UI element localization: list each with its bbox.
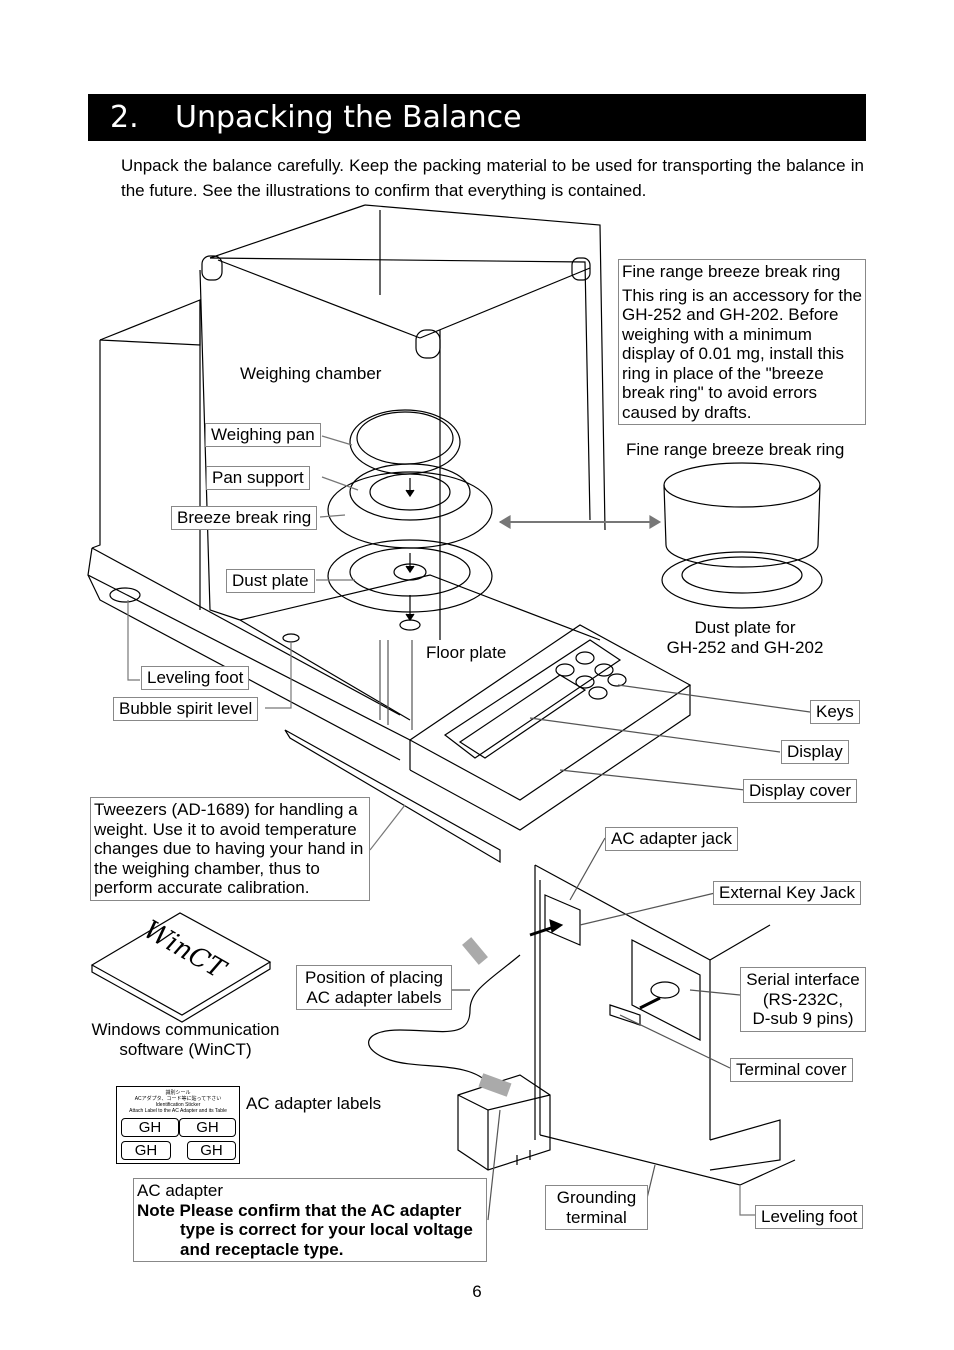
label-windows-line2: software (WinCT) (119, 1040, 252, 1059)
label-dust-plate-for-line1: Dust plate for (694, 618, 796, 637)
label-serial-line1: Serial interface (746, 970, 860, 989)
label-leveling-foot: Leveling foot (141, 666, 250, 690)
tweezers-callout: Tweezers (AD-1689) for handling a weight… (90, 797, 370, 901)
label-windows-software: Windows communication software (WinCT) (88, 1020, 283, 1060)
fine-ring-illustration (498, 462, 823, 609)
sticker-tag: GH (187, 1141, 236, 1160)
label-terminal-cover: Terminal cover (730, 1058, 853, 1082)
label-external-key-jack: External Key Jack (713, 881, 862, 905)
label-weighing-pan: Weighing pan (205, 423, 321, 447)
label-grounding-line1: Grounding (556, 1188, 637, 1207)
sticker-tag: GH (121, 1118, 179, 1137)
ac-adapter-callout: AC adapter Note Please confirm that the … (133, 1178, 487, 1262)
label-position-ac-labels: Position of placing AC adapter labels (296, 965, 452, 1010)
label-dust-plate-for-line2: GH-252 and GH-202 (666, 638, 824, 657)
label-ac-adapter-labels: AC adapter labels (246, 1094, 382, 1113)
label-display-cover: Display cover (743, 779, 858, 803)
ac-adapter-note-line2: type is correct for your local voltage (180, 1220, 473, 1239)
label-serial-line3: D-sub 9 pins) (752, 1009, 854, 1028)
label-grounding-terminal: Grounding terminal (545, 1185, 648, 1230)
label-position-line2: AC adapter labels (306, 987, 442, 1007)
ac-adapter-title: AC adapter (137, 1181, 223, 1200)
page-number: 6 (472, 1282, 482, 1301)
label-leveling-foot-rear: Leveling foot (755, 1205, 864, 1229)
sticker-tag: GH (179, 1118, 236, 1137)
label-weighing-chamber: Weighing chamber (240, 364, 382, 383)
label-display: Display (781, 740, 849, 764)
label-keys: Keys (810, 700, 860, 724)
label-fine-range-ring: Fine range breeze break ring (626, 440, 845, 459)
label-serial-line2: (RS-232C, (762, 989, 844, 1009)
label-grounding-line2: terminal (566, 1207, 627, 1227)
wincd-illustration (90, 912, 272, 1023)
label-dust-plate: Dust plate (226, 569, 315, 593)
label-pan-support: Pan support (206, 466, 310, 490)
fine-ring-callout: Fine range breeze break ring This ring i… (618, 259, 866, 425)
fine-ring-callout-heading: Fine range breeze break ring (622, 262, 841, 281)
label-ac-adapter-jack: AC adapter jack (605, 827, 738, 851)
ac-adapter-note-line1: Note Please confirm that the AC adapter (137, 1200, 462, 1220)
label-floor-plate: Floor plate (426, 643, 507, 662)
sticker-line4: Attach Label to the AC Adapter and its T… (129, 1108, 227, 1114)
label-dust-plate-for: Dust plate for GH-252 and GH-202 (660, 618, 830, 658)
ac-adapter-note-line3: and receptacle type. (180, 1239, 344, 1259)
label-windows-line1: Windows communication (91, 1020, 280, 1039)
fine-ring-callout-body: This ring is an accessory for the GH-252… (622, 285, 862, 422)
sticker-tag: GH (121, 1141, 171, 1160)
pan-assembly (316, 409, 493, 631)
label-breeze-break-ring: Breeze break ring (171, 506, 318, 530)
label-position-line1: Position of placing (305, 968, 443, 987)
label-serial-interface: Serial interface (RS-232C, D-sub 9 pins) (740, 967, 866, 1032)
ac-adapter-label-sticker: 識別シール ACアダプタ、コード等に貼って下さい Identification … (116, 1086, 240, 1164)
label-bubble-spirit-level: Bubble spirit level (113, 697, 259, 721)
